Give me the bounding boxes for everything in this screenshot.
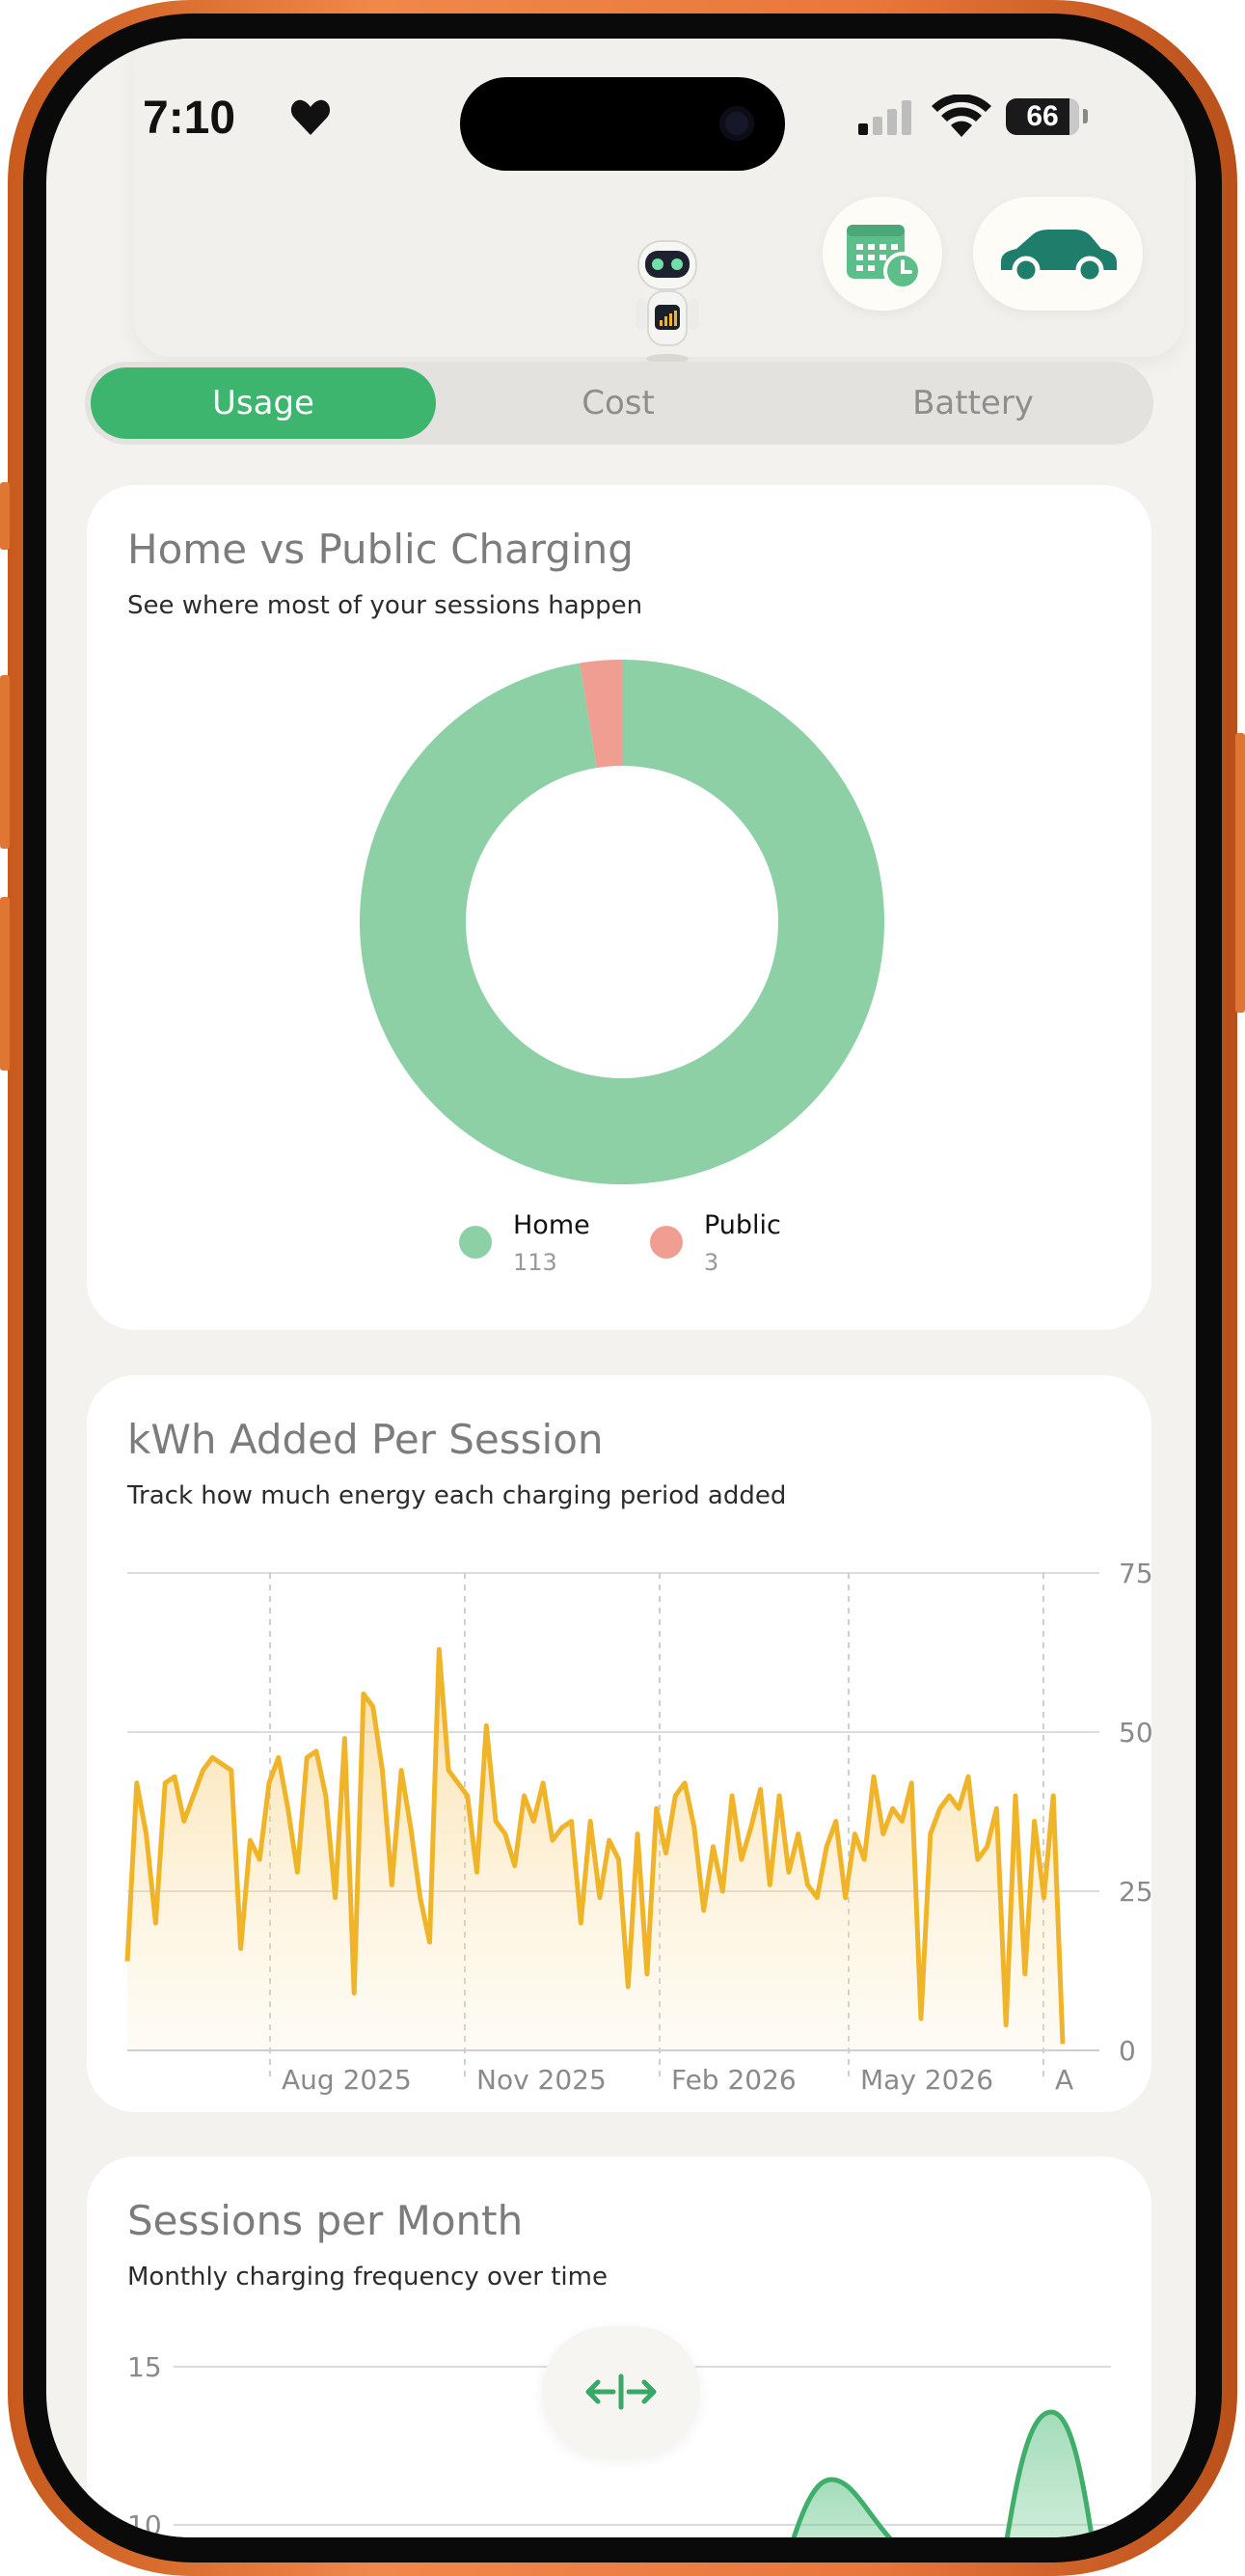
y-tick-label: 75 (1119, 1558, 1151, 1589)
card-subtitle: See where most of your sessions happen (127, 591, 643, 620)
sessions-area-peak (1004, 2409, 1095, 2537)
y-tick-label: 25 (1119, 1876, 1151, 1908)
heart-icon (290, 99, 331, 135)
wifi-icon (932, 95, 991, 137)
signal-icon (858, 100, 911, 135)
tab-usage[interactable]: Usage (91, 367, 436, 439)
card-subtitle: Monthly charging frequency over time (127, 2263, 608, 2291)
x-tick-label: May 2026 (860, 2064, 993, 2096)
volume-down-button (0, 897, 10, 1071)
y-tick-label: 10 (127, 2509, 162, 2537)
y-tick-label: 15 (127, 2351, 162, 2383)
card-title: Home vs Public Charging (127, 526, 634, 573)
y-tick-label: 50 (1119, 1717, 1151, 1749)
volume-up-button (0, 675, 10, 849)
kwh-per-session-card: kWh Added Per Session Track how much ene… (87, 1375, 1151, 2112)
battery-level: 66 (1026, 100, 1059, 132)
status-time: 7:10 (143, 93, 236, 144)
legend-home-label: Home (513, 1210, 590, 1240)
power-button (1235, 733, 1245, 1013)
x-tick-label: Feb 2026 (671, 2064, 797, 2096)
card-title: kWh Added Per Session (127, 1416, 604, 1463)
donut-slice-home[interactable] (360, 660, 884, 1184)
sessions-area-peak (791, 2477, 893, 2537)
calendar-clock-icon (847, 225, 922, 290)
y-tick-label: 0 (1119, 2035, 1136, 2067)
car-icon (1001, 230, 1117, 284)
expand-horizontal-icon (585, 2373, 657, 2410)
legend-public-swatch (650, 1226, 683, 1259)
tab-battery[interactable]: Battery (800, 367, 1146, 439)
tab-bar: Usage Cost Battery (85, 362, 1153, 445)
donut-chart (360, 660, 884, 1184)
legend-home-value: 113 (513, 1249, 557, 1276)
calendar-button[interactable] (823, 197, 942, 311)
x-tick-label: A (1055, 2064, 1073, 2096)
vehicle-button[interactable] (973, 197, 1143, 311)
action-button (0, 482, 10, 550)
robot-icon (636, 240, 699, 364)
card-title: Sessions per Month (127, 2197, 524, 2244)
screen: 7:10 66 Usage Cost Battery Home vs Publi… (46, 39, 1196, 2537)
kwh-area-chart: 0 25 50 75 Aug 2025 Nov 2025 Feb 2026 May 2026 A (124, 1558, 1151, 2096)
dynamic-island (460, 77, 785, 171)
legend-public-value: 3 (704, 1249, 719, 1276)
expand-button[interactable] (542, 2326, 700, 2457)
tab-cost[interactable]: Cost (446, 367, 791, 439)
x-tick-label: Nov 2025 (476, 2064, 607, 2096)
battery-tip (1083, 109, 1088, 123)
card-subtitle: Track how much energy each charging peri… (127, 1481, 787, 1510)
x-tick-label: Aug 2025 (282, 2064, 412, 2096)
home-vs-public-card: Home vs Public Charging See where most o… (87, 485, 1151, 1330)
battery-indicator: 66 (1006, 98, 1079, 135)
legend-public-label: Public (704, 1210, 781, 1240)
camera-icon (719, 106, 754, 141)
legend-home-swatch (459, 1226, 492, 1259)
